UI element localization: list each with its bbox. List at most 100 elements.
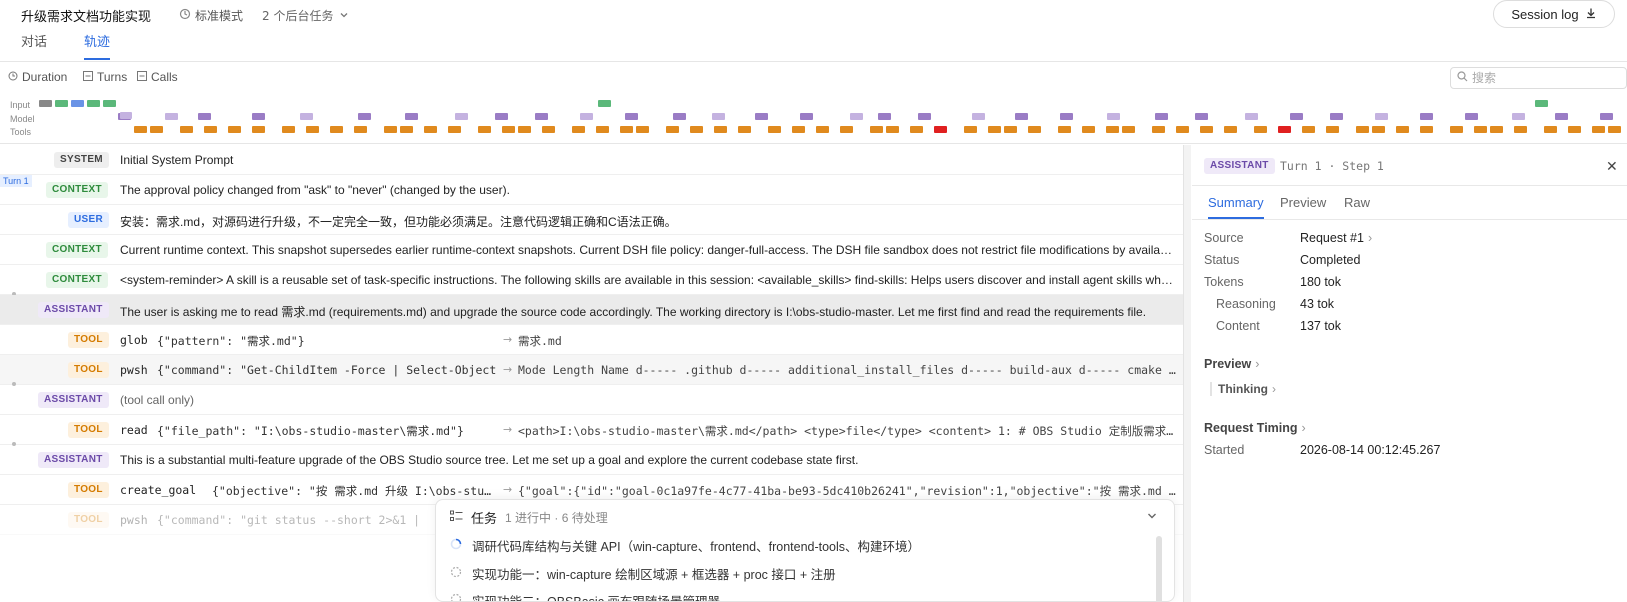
- timeline-model-block[interactable]: [1245, 113, 1258, 120]
- trace-row[interactable]: CONTEXT The approval policy changed from…: [0, 175, 1183, 205]
- timeline-model-block[interactable]: [800, 113, 813, 120]
- timeline-tool-block[interactable]: [816, 126, 829, 133]
- summary-source-link[interactable]: Request #1 ›: [1300, 231, 1372, 245]
- timeline-tool-block[interactable]: [1106, 126, 1119, 133]
- timeline-tool-block[interactable]: [1514, 126, 1527, 133]
- task-item[interactable]: 调研代码库结构与关键 API（win-capture、frontend、fron…: [450, 536, 920, 555]
- timeline-tool-block[interactable]: [306, 126, 319, 133]
- timeline-model-block[interactable]: [673, 113, 686, 120]
- tab-conversation[interactable]: 对话: [21, 34, 47, 60]
- timeline-model-block[interactable]: [1060, 113, 1073, 120]
- timeline-tool-block[interactable]: [934, 126, 947, 133]
- timeline-model-block[interactable]: [712, 113, 725, 120]
- timeline-model-block[interactable]: [405, 113, 418, 120]
- timeline-input-block[interactable]: [1535, 100, 1548, 107]
- close-icon[interactable]: ✕: [1606, 159, 1618, 175]
- timeline-tool-block[interactable]: [620, 126, 633, 133]
- timeline-model-block[interactable]: [1555, 113, 1568, 120]
- timeline-tool-block[interactable]: [1004, 126, 1017, 133]
- trace-row-selected[interactable]: ASSISTANT The user is asking me to read …: [0, 295, 1183, 325]
- timeline-tool-block[interactable]: [596, 126, 609, 133]
- timeline-tool-block[interactable]: [636, 126, 649, 133]
- timeline-input-block[interactable]: [87, 100, 100, 107]
- timeline-tool-block[interactable]: [1176, 126, 1189, 133]
- timeline-model-block[interactable]: [625, 113, 638, 120]
- timeline-tool-block[interactable]: [840, 126, 853, 133]
- trace-row[interactable]: TOOL pwsh {"command": "Get-ChildItem -Fo…: [0, 355, 1183, 385]
- request-timing-toggle[interactable]: Request Timing ›: [1204, 421, 1306, 435]
- timeline-tool-block[interactable]: [180, 126, 193, 133]
- timeline-tool-block[interactable]: [1450, 126, 1463, 133]
- timeline-tool-block[interactable]: [1372, 126, 1385, 133]
- timeline-model-block[interactable]: [850, 113, 863, 120]
- timeline-tool-block[interactable]: [1326, 126, 1339, 133]
- timeline-tool-block[interactable]: [1224, 126, 1237, 133]
- timeline-tool-block[interactable]: [666, 126, 679, 133]
- tab-trace[interactable]: 轨迹: [84, 34, 111, 60]
- timeline-input-block[interactable]: [598, 100, 611, 107]
- timeline-model-block[interactable]: [1195, 113, 1208, 120]
- timeline-model-block[interactable]: [878, 113, 891, 120]
- timeline-model-block[interactable]: [1290, 113, 1303, 120]
- timeline-tool-block[interactable]: [330, 126, 343, 133]
- trace-row[interactable]: ASSISTANT (tool call only): [0, 385, 1183, 415]
- timeline-tool-block[interactable]: [870, 126, 883, 133]
- timeline-tool-block[interactable]: [964, 126, 977, 133]
- timeline-model-block[interactable]: [252, 113, 265, 120]
- task-item[interactable]: 实现功能一：win-capture 绘制区域源 + 框选器 + proc 接口 …: [450, 564, 836, 583]
- search-input[interactable]: [1472, 71, 1612, 85]
- detail-tab-preview[interactable]: Preview: [1280, 195, 1326, 219]
- calls-filter[interactable]: Calls: [137, 70, 178, 84]
- timeline-model-block[interactable]: [1375, 113, 1388, 120]
- timeline-model-block[interactable]: [1512, 113, 1525, 120]
- timeline-tool-block[interactable]: [714, 126, 727, 133]
- timeline-tool-block[interactable]: [1254, 126, 1267, 133]
- timeline-model-selected[interactable]: [120, 112, 132, 119]
- timeline-tool-block[interactable]: [1278, 126, 1291, 133]
- timeline-input-block[interactable]: [55, 100, 68, 107]
- timeline-tool-block[interactable]: [204, 126, 217, 133]
- timeline-model-block[interactable]: [455, 113, 468, 120]
- timeline-tool-block[interactable]: [400, 126, 413, 133]
- timeline-model-block[interactable]: [1465, 113, 1478, 120]
- timeline-tool-block[interactable]: [1544, 126, 1557, 133]
- trace-row[interactable]: TOOL glob {"pattern": "需求.md"} → 需求.md: [0, 325, 1183, 355]
- timeline-tool-block[interactable]: [572, 126, 585, 133]
- timeline-tool-block[interactable]: [1028, 126, 1041, 133]
- timeline-tool-block[interactable]: [502, 126, 515, 133]
- trace-row[interactable]: ASSISTANT This is a substantial multi-fe…: [0, 445, 1183, 475]
- timeline-model-block[interactable]: [495, 113, 508, 120]
- timeline-model-block[interactable]: [1600, 113, 1613, 120]
- timeline[interactable]: Input Model Tools: [0, 98, 1627, 140]
- panel-resize-handle[interactable]: [1183, 145, 1191, 602]
- timeline-model-block[interactable]: [1420, 113, 1433, 120]
- timeline-tool-block[interactable]: [768, 126, 781, 133]
- timeline-tool-block[interactable]: [886, 126, 899, 133]
- timeline-input-block[interactable]: [39, 100, 52, 107]
- timeline-model-block[interactable]: [198, 113, 211, 120]
- trace-row[interactable]: CONTEXT <system-reminder> A skill is a r…: [0, 265, 1183, 295]
- timeline-model-block[interactable]: [300, 113, 313, 120]
- timeline-tool-block[interactable]: [1490, 126, 1503, 133]
- task-panel-scrollbar[interactable]: [1156, 536, 1162, 601]
- timeline-tool-block[interactable]: [1200, 126, 1213, 133]
- timeline-tool-block[interactable]: [542, 126, 555, 133]
- timeline-tool-block[interactable]: [150, 126, 163, 133]
- timeline-tool-block[interactable]: [252, 126, 265, 133]
- background-tasks-toggle[interactable]: 2 个后台任务: [262, 7, 349, 24]
- timeline-tool-block[interactable]: [792, 126, 805, 133]
- trace-row[interactable]: USER 安装：需求.md，对源码进行升级，不一定完全一致，但功能必须满足。注意…: [0, 205, 1183, 235]
- timeline-model-block[interactable]: [358, 113, 371, 120]
- timeline-input-block[interactable]: [103, 100, 116, 107]
- timeline-tool-block[interactable]: [1474, 126, 1487, 133]
- timeline-tool-block[interactable]: [448, 126, 461, 133]
- task-panel-header[interactable]: 任务 1 进行中 · 6 待处理: [450, 508, 608, 527]
- timeline-tool-block[interactable]: [1420, 126, 1433, 133]
- timeline-tool-block[interactable]: [1302, 126, 1315, 133]
- search-box[interactable]: [1450, 67, 1627, 89]
- timeline-model-block[interactable]: [580, 113, 593, 120]
- timeline-tool-block[interactable]: [1058, 126, 1071, 133]
- timeline-tool-block[interactable]: [384, 126, 397, 133]
- chevron-down-icon[interactable]: [1146, 510, 1158, 525]
- timeline-tool-block[interactable]: [1152, 126, 1165, 133]
